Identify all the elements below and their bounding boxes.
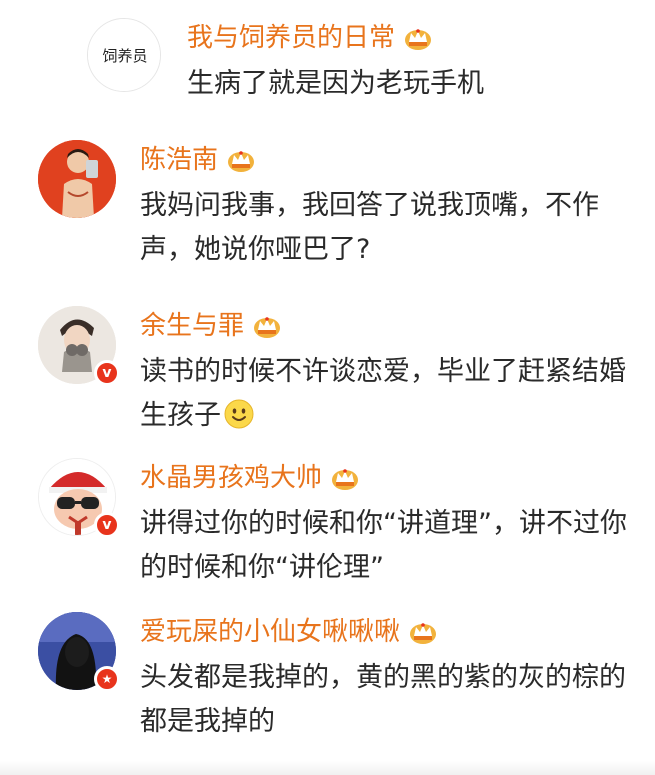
crown-icon (405, 29, 432, 50)
avatar-photo (38, 140, 116, 218)
crown-icon (228, 151, 255, 172)
comment-text-content: 读书的时候不许谈恋爱，毕业了赶紧结婚生孩子 (140, 356, 626, 431)
verified-badge-icon: ★ (94, 666, 120, 692)
name-row: 陈浩南 (140, 140, 256, 180)
name-row: 余生与罪 (140, 306, 282, 346)
name-row: 我与饲养员的日常 (187, 18, 433, 58)
comment-text: 我妈问我事，我回答了说我顶嘴，不作声，她说你哑巴了? (140, 190, 599, 265)
comment-text: 讲得过你的时候和你“讲道理”，讲不过你的时候和你“讲伦理” (140, 508, 627, 583)
username[interactable]: 爱玩屎的小仙女啾啾啾 (140, 612, 400, 652)
username[interactable]: 陈浩南 (140, 140, 218, 180)
username[interactable]: 我与饲养员的日常 (187, 18, 395, 58)
crown-icon (254, 317, 281, 338)
comment-text: 读书的时候不许谈恋爱，毕业了赶紧结婚生孩子 (140, 350, 630, 438)
username[interactable]: 水晶男孩鸡大帅 (140, 458, 322, 498)
comment-text: 头发都是我掉的，黄的黑的紫的灰的棕的都是我掉的 (140, 662, 626, 737)
verified-badge-icon: v (94, 512, 120, 538)
name-row: 水晶男孩鸡大帅 (140, 458, 360, 498)
bottom-divider (0, 761, 655, 775)
verified-badge-icon: v (94, 360, 120, 386)
comment-list: 饲养员 我与饲养员的日常 生病了就是因为老玩手机 陈浩南 我妈问我事，我回答了说… (0, 0, 655, 775)
crown-icon (410, 623, 437, 644)
crown-icon (332, 469, 359, 490)
smiley-icon (224, 399, 254, 429)
avatar[interactable]: 饲养员 (87, 18, 161, 92)
avatar-logo-image: 饲养员 (88, 19, 160, 91)
name-row: 爱玩屎的小仙女啾啾啾 (140, 612, 438, 652)
username[interactable]: 余生与罪 (140, 306, 244, 346)
comment-text: 生病了就是因为老玩手机 (187, 68, 484, 99)
avatar-logo-text: 饲养员 (102, 47, 147, 65)
avatar[interactable] (38, 140, 116, 218)
